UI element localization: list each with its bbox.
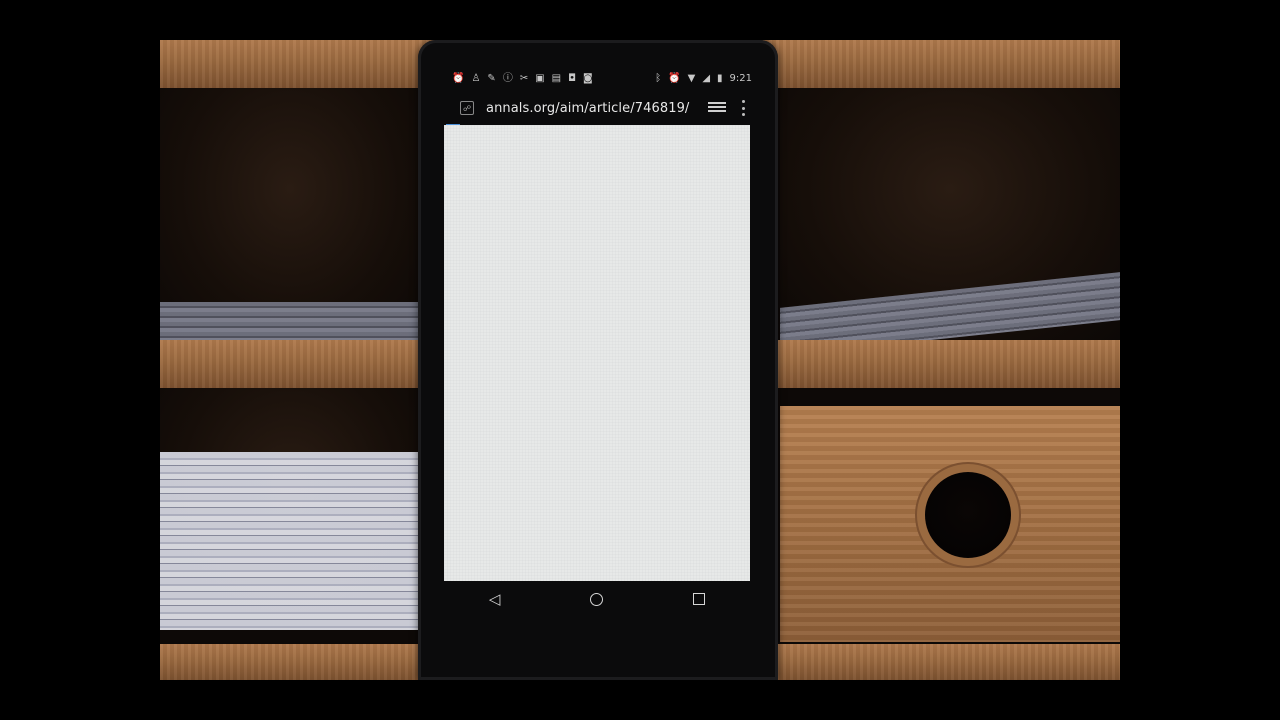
overflow-menu-icon[interactable]: [742, 100, 746, 116]
android-icon: ◙: [583, 73, 593, 84]
home-icon[interactable]: [590, 592, 604, 606]
tools-icon: ✂: [519, 73, 529, 84]
tabs-icon[interactable]: [708, 102, 726, 114]
bluetooth-icon: ᛒ: [655, 73, 662, 84]
browser-url-bar[interactable]: ☍ annals.org/aim/article/746819/: [452, 95, 752, 121]
alarm-icon: ⏰: [452, 73, 465, 84]
recent-apps-icon[interactable]: [693, 593, 706, 605]
photos-icon: ▤: [551, 73, 562, 84]
android-nav-bar: ◁: [444, 584, 750, 614]
wifi-icon: ▼: [687, 73, 696, 84]
site-favicon-icon: ☍: [460, 101, 474, 115]
status-time: 9:21: [729, 73, 752, 84]
status-right-icons: ᛒ ⏰ ▼ ◢ ▮ 9:21: [655, 74, 752, 84]
camera-icon: ◘: [568, 73, 577, 84]
web-page-content[interactable]: [444, 125, 750, 581]
back-icon[interactable]: ◁: [489, 590, 501, 608]
alarm-icon: ⏰: [668, 73, 681, 84]
left-upper-papers: [160, 302, 420, 340]
wrench-icon: ✎: [487, 73, 496, 84]
info-icon: ⓘ: [502, 73, 513, 84]
url-text[interactable]: annals.org/aim/article/746819/: [486, 101, 708, 116]
signal-icon: ◢: [702, 73, 711, 84]
battery-icon: ▮: [717, 73, 723, 84]
status-left-icons: ⏰ ♙ ✎ ⓘ ✂ ▣ ▤ ◘ ◙: [452, 74, 593, 84]
status-bar: ⏰ ♙ ✎ ⓘ ✂ ▣ ▤ ◘ ◙ ᛒ ⏰ ▼ ◢ ▮ 9:21: [452, 70, 752, 88]
left-lower-papers: [160, 452, 420, 630]
drawer-handle-hole: [925, 472, 1011, 558]
person-icon: ♙: [471, 73, 481, 84]
lock-icon: ▣: [535, 73, 545, 84]
